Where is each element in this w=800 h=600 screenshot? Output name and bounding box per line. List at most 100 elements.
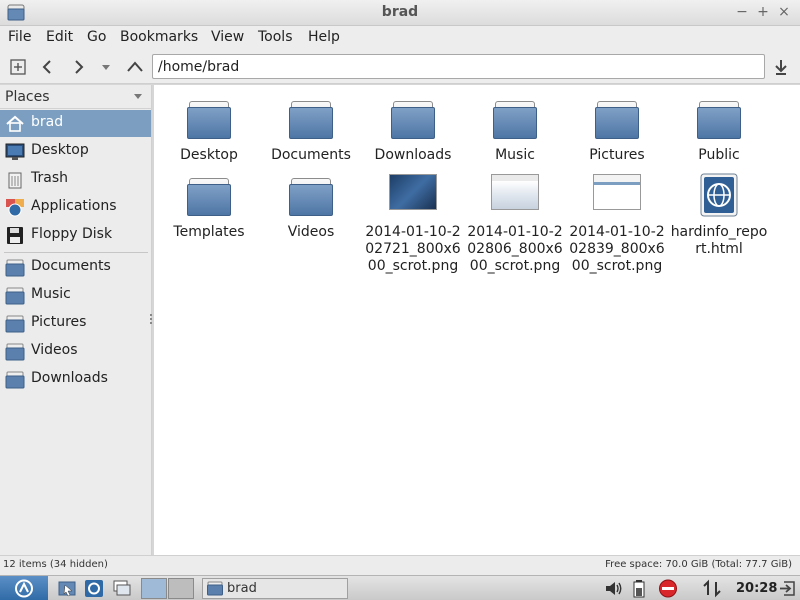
menu-go[interactable]: Go [87, 29, 106, 45]
workspace-2[interactable] [168, 578, 194, 599]
close-button[interactable]: × [775, 3, 793, 21]
file-item-templates[interactable]: Templates [159, 172, 259, 241]
status-bar: 12 items (34 hidden) Free space: 70.0 Gi… [0, 555, 800, 575]
desktop-icon [5, 143, 25, 160]
folder-icon [491, 95, 539, 143]
home-icon [6, 115, 24, 132]
folder-icon [185, 95, 233, 143]
menu-edit[interactable]: Edit [46, 29, 73, 45]
task-button-brad[interactable]: brad [202, 578, 348, 599]
taskbar: brad 20:28 [0, 575, 800, 600]
volume-icon[interactable] [604, 579, 624, 598]
file-item-desktop[interactable]: Desktop [159, 95, 259, 164]
folder-icon [5, 287, 25, 305]
file-name: hardinfo_report.html [670, 224, 768, 257]
folder-icon [695, 95, 743, 143]
maximize-button[interactable]: + [754, 3, 772, 21]
clock[interactable]: 20:28 [736, 581, 777, 596]
file-item-downloads[interactable]: Downloads [363, 95, 463, 164]
toolbar [0, 50, 800, 84]
file-item-hardinfo-report[interactable]: hardinfo_report.html [669, 172, 769, 258]
trash-icon [8, 172, 22, 189]
minimize-button[interactable]: − [733, 3, 751, 21]
menu-bookmarks[interactable]: Bookmarks [120, 29, 198, 45]
menu-file[interactable]: File [8, 29, 31, 45]
folder-icon [207, 581, 223, 596]
file-item-music[interactable]: Music [465, 95, 565, 164]
file-item-videos[interactable]: Videos [261, 172, 361, 241]
shutdown-icon[interactable] [658, 579, 678, 598]
image-thumbnail-icon [593, 172, 641, 220]
sidebar-item-label: Videos [31, 342, 78, 358]
sidebar-item-trash[interactable]: Trash [0, 166, 151, 193]
sidebar-item-desktop[interactable]: Desktop [0, 138, 151, 165]
file-view[interactable]: Desktop Documents Downloads Music Pictur… [154, 85, 800, 555]
places-selector[interactable]: Places [0, 85, 152, 109]
file-item-screenshot-3[interactable]: 2014-01-10-202839_800x600_scrot.png [567, 172, 667, 275]
browser-launcher-icon[interactable] [84, 579, 104, 598]
folder-icon [5, 371, 25, 389]
window-title: brad [381, 4, 419, 20]
file-name: Downloads [374, 147, 452, 163]
sidebar-separator [4, 252, 148, 253]
battery-icon[interactable] [629, 579, 649, 598]
file-item-pictures[interactable]: Pictures [567, 95, 667, 164]
sidebar-item-floppy[interactable]: Floppy Disk [0, 222, 151, 249]
file-item-public[interactable]: Public [669, 95, 769, 164]
menu-bar: File Edit Go Bookmarks View Tools Help [0, 26, 800, 50]
item-count: 12 items (34 hidden) [3, 559, 108, 570]
sidebar-item-label: Documents [31, 258, 111, 274]
sidebar-item-music[interactable]: Music [0, 282, 151, 309]
file-name: Music [495, 147, 535, 163]
sidebar-item-home[interactable]: brad [0, 110, 151, 137]
back-button[interactable] [36, 55, 60, 79]
sidebar-item-downloads[interactable]: Downloads [0, 366, 151, 393]
image-thumbnail-icon [389, 172, 437, 220]
menu-help[interactable]: Help [308, 29, 340, 45]
html-file-icon [695, 172, 743, 220]
chevron-down-icon [102, 65, 110, 70]
file-name: 2014-01-10-202839_800x600_scrot.png [569, 224, 665, 274]
file-name: Videos [287, 224, 335, 240]
go-button[interactable] [769, 55, 793, 79]
file-item-documents[interactable]: Documents [261, 95, 361, 164]
sidebar-item-pictures[interactable]: Pictures [0, 310, 151, 337]
sidebar-item-videos[interactable]: Videos [0, 338, 151, 365]
folder-icon [287, 172, 335, 220]
file-item-screenshot-2[interactable]: 2014-01-10-202806_800x600_scrot.png [465, 172, 565, 275]
history-dropdown[interactable] [94, 55, 118, 79]
start-menu-button[interactable] [0, 576, 48, 600]
workspace-1[interactable] [141, 578, 167, 599]
file-name: 2014-01-10-202721_800x600_scrot.png [365, 224, 461, 274]
windows-switcher-icon[interactable] [112, 579, 132, 598]
places-label: Places [5, 89, 50, 105]
forward-button[interactable] [66, 55, 90, 79]
floppy-icon [7, 227, 23, 244]
sidebar-item-label: Desktop [31, 142, 89, 158]
up-arrow-icon [127, 61, 143, 72]
file-name: Documents [271, 147, 351, 163]
network-icon[interactable] [702, 579, 722, 598]
image-thumbnail-icon [491, 172, 539, 220]
sidebar-item-label: brad [31, 114, 64, 130]
sidebar-item-label: Downloads [31, 370, 108, 386]
file-item-screenshot-1[interactable]: 2014-01-10-202721_800x600_scrot.png [363, 172, 463, 275]
title-bar: brad − + × [0, 0, 800, 26]
location-bar[interactable] [152, 54, 765, 79]
sidebar-item-applications[interactable]: Applications [0, 194, 151, 221]
sidebar-item-label: Trash [31, 170, 68, 186]
menu-tools[interactable]: Tools [258, 29, 293, 45]
sidebar-item-documents[interactable]: Documents [0, 254, 151, 281]
folder-icon [593, 95, 641, 143]
new-tab-button[interactable] [6, 55, 30, 79]
file-manager-launcher-icon[interactable] [57, 579, 77, 598]
logout-icon[interactable] [778, 579, 798, 598]
up-button[interactable] [123, 55, 147, 79]
file-name: 2014-01-10-202806_800x600_scrot.png [467, 224, 563, 274]
file-name: Desktop [180, 147, 238, 163]
menu-view[interactable]: View [211, 29, 244, 45]
sidebar-resize-handle[interactable] [150, 314, 153, 328]
file-name: Templates [173, 224, 245, 240]
file-name: Pictures [589, 147, 645, 163]
free-space: Free space: 70.0 GiB (Total: 77.7 GiB) [605, 559, 792, 570]
